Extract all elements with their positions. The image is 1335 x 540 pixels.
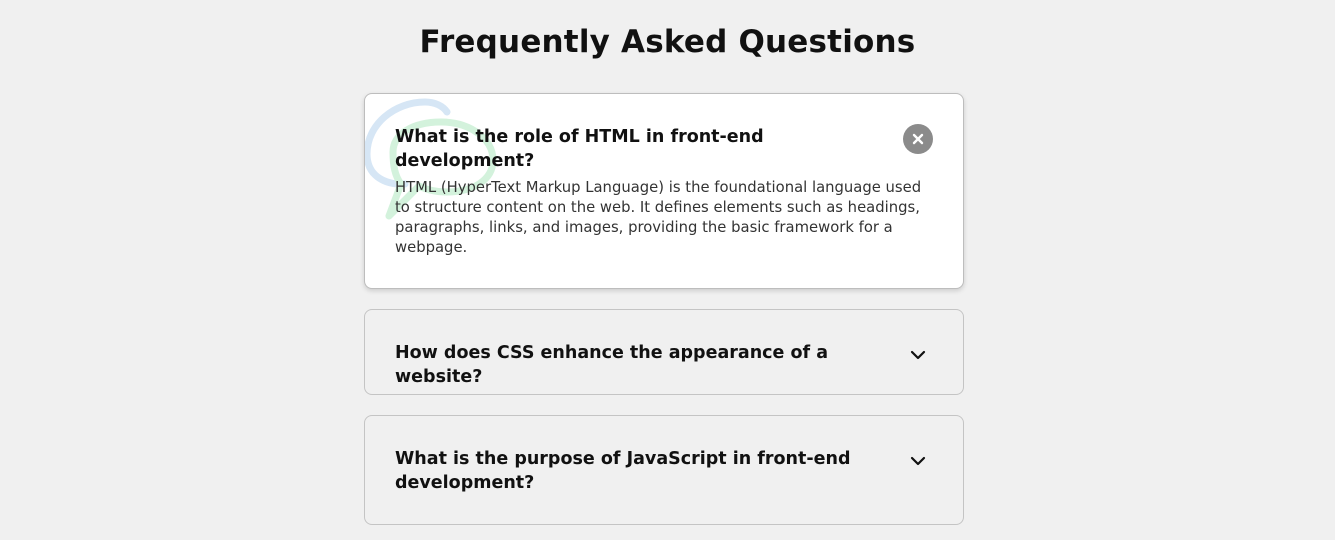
- faq-answer: HTML (HyperText Markup Language) is the …: [395, 179, 922, 256]
- expand-button[interactable]: [903, 446, 933, 476]
- faq-item-css[interactable]: How does CSS enhance the appearance of a…: [364, 309, 964, 395]
- faq-page: Frequently Asked Questions What is the r…: [0, 0, 1335, 540]
- faq-list: What is the role of HTML in front-end de…: [364, 93, 964, 540]
- faq-item-html[interactable]: What is the role of HTML in front-end de…: [364, 93, 964, 289]
- faq-question: How does CSS enhance the appearance of a…: [395, 343, 829, 387]
- page-title: Frequently Asked Questions: [419, 24, 916, 60]
- close-icon: [912, 133, 924, 145]
- chevron-down-icon: [910, 350, 926, 360]
- faq-item-javascript[interactable]: What is the purpose of JavaScript in fro…: [364, 415, 964, 525]
- chevron-down-icon: [910, 456, 926, 466]
- faq-question: What is the purpose of JavaScript in fro…: [395, 449, 851, 493]
- faq-question: What is the role of HTML in front-end de…: [395, 127, 764, 171]
- close-button[interactable]: [903, 124, 933, 154]
- expand-button[interactable]: [903, 340, 933, 370]
